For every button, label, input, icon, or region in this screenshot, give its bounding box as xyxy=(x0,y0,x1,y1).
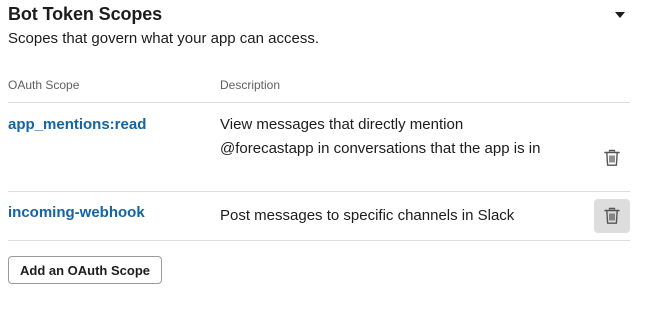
scope-description: Post messages to specific channels in Sl… xyxy=(220,207,515,224)
trash-icon xyxy=(604,149,620,166)
remove-scope-button[interactable] xyxy=(594,199,630,233)
remove-scope-button[interactable] xyxy=(594,141,630,175)
header-description: Description xyxy=(220,78,281,92)
header-oauth-scope: OAuth Scope xyxy=(8,78,80,92)
scopes-table: OAuth Scope Description app_mentions:rea… xyxy=(8,66,630,241)
table-row: app_mentions:read View messages that dir… xyxy=(8,103,630,192)
caret-down-icon xyxy=(615,12,625,18)
add-oauth-scope-button[interactable]: Add an OAuth Scope xyxy=(8,256,162,284)
section-title: Bot Token Scopes xyxy=(8,4,163,24)
collapse-toggle[interactable] xyxy=(609,6,631,24)
table-header: OAuth Scope Description xyxy=(8,66,630,103)
section-subtitle: Scopes that govern what your app can acc… xyxy=(8,30,320,47)
scope-description: View messages that directly mention @for… xyxy=(220,116,541,157)
table-row: incoming-webhook Post messages to specif… xyxy=(8,192,630,241)
scope-link[interactable]: app_mentions:read xyxy=(8,116,146,133)
trash-icon xyxy=(604,207,620,224)
scope-link[interactable]: incoming-webhook xyxy=(8,204,145,221)
